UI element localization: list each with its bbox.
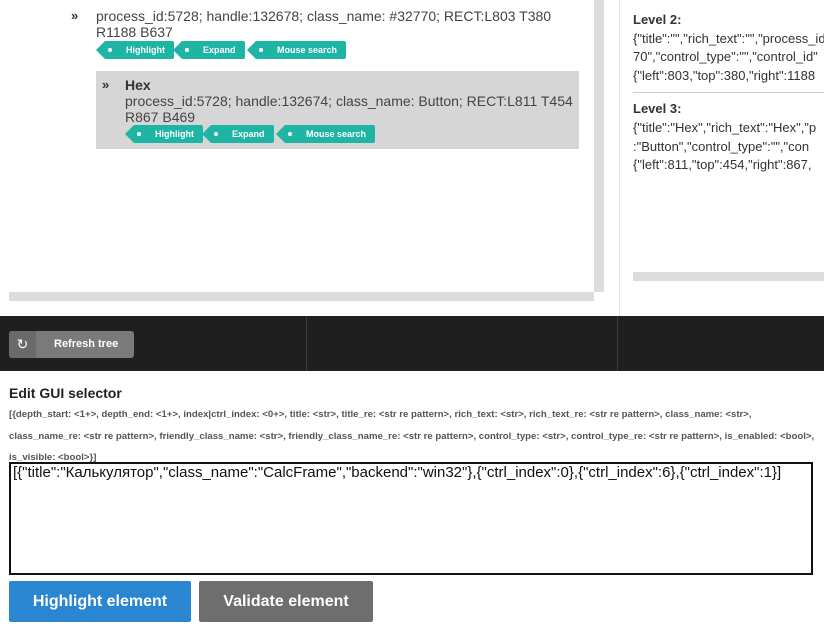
level-label: Level 3: xyxy=(633,101,682,116)
highlight-element-button[interactable]: Highlight element xyxy=(9,581,191,622)
chevron-right-icon[interactable]: » xyxy=(71,8,78,23)
highlight-tag-button[interactable]: Highlight xyxy=(125,125,203,143)
panel-divider xyxy=(619,0,620,316)
selector-syntax-help: [{depth_start: <1+>, depth_end: <1+>, in… xyxy=(9,409,815,463)
levels-horizontal-scrollbar[interactable] xyxy=(633,272,824,281)
level-separator xyxy=(633,92,824,93)
node-title: Hex xyxy=(125,77,151,93)
level-json-line: {"title":"","rich_text":"","process_id" xyxy=(633,31,824,46)
toolbar-divider xyxy=(617,316,618,371)
node-description: process_id:5728; handle:132678; class_na… xyxy=(96,8,552,40)
tree-node-hex[interactable]: » Hex process_id:5728; handle:132674; cl… xyxy=(96,71,579,149)
expand-tag-button[interactable]: Expand xyxy=(202,125,274,143)
level-json-line: {"left":811,"top":454,"right":867, xyxy=(633,157,812,172)
expand-tag-button[interactable]: Expand xyxy=(173,41,245,59)
level-json-line: {"title":"Hex","rich_text":"Hex","p xyxy=(633,120,817,135)
highlight-tag-button[interactable]: Highlight xyxy=(96,41,174,59)
level-json-line: :"Button","control_type":"","con xyxy=(633,139,810,154)
level-json-line: {"left":803,"top":380,"right":1188 xyxy=(633,68,816,83)
toolbar: ↻ Refresh tree xyxy=(0,316,824,371)
mouse-search-tag-button[interactable]: Mouse search xyxy=(276,125,375,143)
level-json-line: 70","control_type":"","control_id" xyxy=(633,49,818,64)
mouse-search-tag-button[interactable]: Mouse search xyxy=(247,41,346,59)
refresh-tree-label: Refresh tree xyxy=(54,338,119,350)
refresh-tree-button[interactable]: ↻ Refresh tree xyxy=(9,331,134,358)
tree-node-dialog[interactable]: » process_id:5728; handle:132678; class_… xyxy=(0,0,590,62)
tree-horizontal-scrollbar[interactable] xyxy=(9,292,594,301)
chevron-right-icon[interactable]: » xyxy=(102,77,109,92)
level-label: Level 2: xyxy=(633,12,682,27)
edit-selector-title: Edit GUI selector xyxy=(9,385,122,401)
toolbar-divider xyxy=(306,316,307,371)
node-description: process_id:5728; handle:132674; class_na… xyxy=(125,93,573,125)
selector-input[interactable]: [{"title":"Калькулятор","class_name":"Ca… xyxy=(9,462,813,575)
validate-element-button[interactable]: Validate element xyxy=(199,581,373,622)
tree-vertical-scrollbar[interactable] xyxy=(594,0,604,292)
refresh-icon: ↻ xyxy=(9,331,36,358)
tree-panel: » process_id:5728; handle:132678; class_… xyxy=(0,0,600,300)
